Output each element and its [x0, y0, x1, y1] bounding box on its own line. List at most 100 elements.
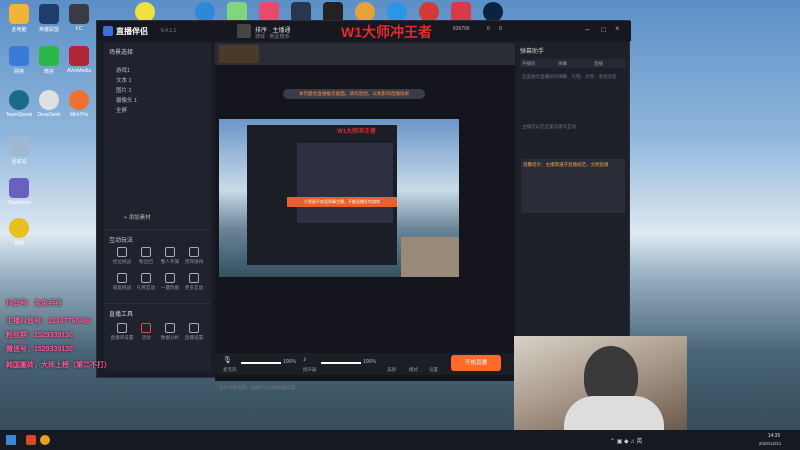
capcut-icon	[323, 2, 343, 22]
desktop-icon-5[interactable]	[222, 2, 252, 22]
tool-tile[interactable]: 活动	[134, 323, 158, 341]
avermedia-icon	[69, 46, 89, 66]
scene-item[interactable]: 摄像头 1	[104, 96, 211, 106]
highlight-box: 温馨提示：主播需遵守直播规范，文明直播	[521, 159, 625, 213]
right-panel: 弹幕助手 开播前 弹幕 直播 这里展示直播间的弹幕、礼物、点赞、进场消息 主播可…	[517, 43, 629, 377]
wechat-icon	[39, 46, 59, 66]
shield-icon	[141, 247, 151, 257]
scene-item[interactable]: 全屏	[104, 106, 211, 116]
tab-live[interactable]: 直播	[594, 61, 603, 67]
interact-tile[interactable]: 更多互动	[182, 273, 206, 291]
mic-icon	[117, 273, 127, 283]
clock-date[interactable]: 2024/12/21	[748, 441, 792, 446]
desktop-icon-22[interactable]: 神游	[4, 218, 34, 247]
app-logo-icon	[103, 26, 113, 36]
speaker-slider[interactable]	[321, 362, 361, 364]
notice-text: 适合大屏直播，主播可以切换画面设置	[219, 385, 296, 390]
tab-row: 开播前 弹幕 直播	[520, 59, 626, 68]
desktop-icon-12[interactable]	[446, 2, 476, 22]
mic-icon[interactable]: 🎙	[223, 356, 232, 364]
game-thumbnail	[219, 45, 259, 63]
desktop-icon-11[interactable]	[414, 2, 444, 22]
desktop-icon-7[interactable]	[286, 2, 316, 22]
desktop-icon-10[interactable]	[382, 2, 412, 22]
desktop-icon-21[interactable]: Sharpkeys	[4, 178, 34, 206]
right-tip-2: 主播可以在这里与观众互动	[522, 124, 576, 129]
scene-item[interactable]: 文本 1	[104, 76, 211, 86]
interact-tile[interactable]: 一键改图	[158, 273, 182, 291]
interact-tile[interactable]: 整人专属	[158, 247, 182, 265]
interact-tile[interactable]: 抢位挑战	[110, 247, 134, 265]
stat-shares: 0	[499, 26, 502, 32]
desktop-icon-16[interactable]: AVerMedia	[64, 46, 94, 74]
overlay-line-3: 粉丝群：1529339130	[6, 332, 73, 339]
scene-item[interactable]: 图片 1	[104, 86, 211, 96]
tool-tile[interactable]: 直播间设置	[110, 323, 134, 341]
settings-icon	[117, 323, 127, 333]
tool-tile[interactable]: 直播设置	[182, 323, 206, 341]
desktop-icon-9[interactable]	[350, 2, 380, 22]
speaker-icon[interactable]: ♪	[303, 356, 307, 363]
taskbar-app-icon[interactable]	[26, 435, 36, 445]
desktop-icon-15[interactable]: 微信	[34, 46, 64, 75]
desktop-icon-18[interactable]: DeepSeek	[34, 90, 64, 118]
speaker-label: 扬声器	[303, 367, 317, 372]
desktop-icon-3[interactable]	[130, 2, 160, 22]
stream-cover[interactable]	[237, 24, 251, 38]
interact-tile[interactable]: 粉丝团	[134, 247, 158, 265]
desktop-icon-2[interactable]: FC	[64, 4, 94, 32]
teamspeak-icon	[9, 90, 29, 110]
interact-tile[interactable]: 贵宾接待	[182, 247, 206, 265]
computer-icon	[9, 4, 29, 24]
person-body	[564, 396, 664, 430]
settings-button[interactable]: 设置	[429, 367, 438, 373]
desktop-icon-0[interactable]: 此电脑	[4, 4, 34, 33]
tool-tile[interactable]: 数据分析	[158, 323, 182, 341]
title-bar: 直播伴侣 6.4.1.1 排序 · 主播通 游戏 · 新星榜单 W1大师冲王者 …	[97, 21, 631, 41]
tray-icons[interactable]: ⌃ ▣ ◆ ♫ 英	[610, 436, 642, 445]
team-icon	[165, 247, 175, 257]
scene-item[interactable]: 游戏1	[104, 66, 211, 76]
desktop-icon-17[interactable]: TeamSpeak	[4, 90, 34, 118]
mode-button[interactable]: 模式	[409, 367, 418, 373]
clock-time[interactable]: 14:35	[756, 433, 792, 439]
c-icon	[355, 2, 375, 22]
minimize-button[interactable]: –	[585, 25, 589, 34]
lol-icon	[483, 2, 503, 22]
beauty-button[interactable]: 美颜	[387, 367, 396, 373]
desktop-icon-14[interactable]: 网络	[4, 46, 34, 75]
mic-slider[interactable]	[241, 362, 281, 364]
desktop-icon-13[interactable]	[478, 2, 508, 22]
user-icon	[189, 247, 199, 257]
maximize-button[interactable]: □	[601, 25, 606, 34]
divider	[104, 303, 211, 304]
mic-label: 麦克风	[223, 367, 237, 372]
add-source-button[interactable]: + 添加素材	[124, 213, 151, 221]
stat-viewers: 626706	[453, 26, 470, 32]
desktop-icon-1[interactable]: 英雄联盟	[34, 4, 64, 33]
tab-danmu[interactable]: 弹幕	[558, 61, 567, 67]
scene-header: 场景选择	[109, 50, 134, 56]
start-button[interactable]	[6, 435, 16, 445]
captured-webcam	[401, 237, 459, 277]
close-button[interactable]: ×	[615, 24, 620, 33]
tab-prelive[interactable]: 开播前	[522, 61, 536, 67]
start-live-button[interactable]: 开始直播	[451, 355, 501, 371]
desktop-icon-4[interactable]	[190, 2, 220, 22]
stream-title-overlay: W1大师冲王者	[341, 24, 432, 40]
interact-tile[interactable]: 喊麦挑战	[110, 273, 134, 291]
interact-tile[interactable]: 礼物互动	[134, 273, 158, 291]
danmu-title: 弹幕助手	[520, 49, 545, 55]
recycle-bin-icon	[9, 136, 29, 156]
desktop-icon-6[interactable]	[254, 2, 284, 22]
desktop-icon-19[interactable]: Mini Pro	[64, 90, 94, 118]
obs-icon	[419, 2, 439, 22]
taskbar: ⌃ ▣ ◆ ♫ 英 14:35 2024/12/21	[0, 430, 800, 450]
taskbar-app-icon[interactable]	[40, 435, 50, 445]
trophy-icon	[117, 247, 127, 257]
gift-icon	[141, 273, 151, 283]
desktop-icon-20[interactable]: 回收站	[4, 136, 34, 165]
desktop-icon-8[interactable]	[318, 2, 348, 22]
app-icon	[69, 4, 89, 24]
steam-icon	[291, 2, 311, 22]
